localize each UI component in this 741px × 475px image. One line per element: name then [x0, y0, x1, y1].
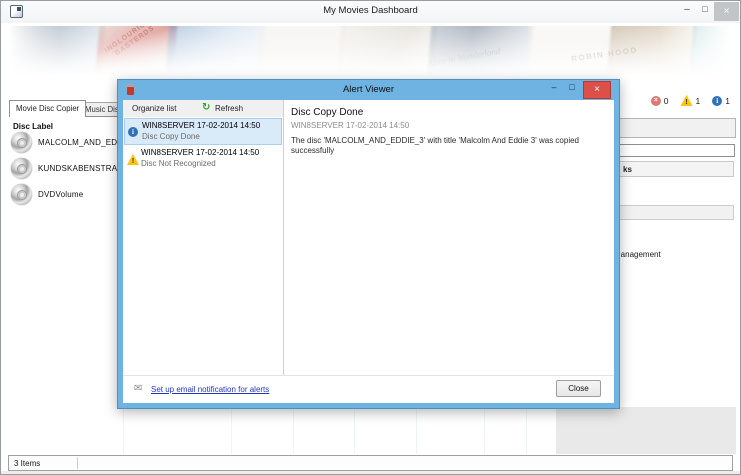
error-icon: × [650, 95, 661, 106]
error-count: 0 [663, 95, 669, 106]
status-bar-separator [77, 457, 78, 469]
window-frame-bottom [1, 471, 740, 474]
warning-counter[interactable]: ! 1 [680, 95, 701, 106]
dialog-close-button[interactable]: × [583, 81, 611, 99]
window-title: My Movies Dashboard [323, 5, 418, 16]
column-separator [231, 409, 232, 454]
warning-icon: ! [680, 95, 693, 106]
status-bar: 3 Items [8, 455, 733, 471]
close-button[interactable]: × [714, 2, 739, 21]
column-separator [293, 409, 294, 454]
column-separator [416, 409, 417, 454]
alert-detail-body: The disc 'MALCOLM_AND_EDDIE_3' with titl… [291, 136, 580, 155]
group-header-fragment: ks [623, 165, 632, 174]
main-window: My Movies Dashboard – □ × INGLOURIOUS BA… [0, 0, 741, 475]
organize-list-button[interactable]: Organize list [132, 104, 176, 113]
main-titlebar: My Movies Dashboard – □ × [1, 1, 740, 23]
email-icon: ✉ [134, 383, 143, 394]
disc-icon [11, 158, 32, 179]
info-icon: i [128, 127, 138, 137]
alert-summary: Disc Not Recognized [141, 159, 216, 168]
alert-detail-title: Disc Copy Done [291, 107, 364, 118]
alert-viewer-dialog: Alert Viewer – □ × Organize list ↻ Refre… [117, 79, 620, 409]
alert-source: WIN8SERVER 17-02-2014 14:50 [142, 121, 261, 130]
alert-detail-pane: Disc Copy Done WIN8SERVER 17-02-2014 14:… [285, 100, 614, 375]
dialog-titlebar: Alert Viewer – □ × [118, 80, 619, 100]
dialog-footer: ✉ Set up email notification for alerts C… [123, 375, 614, 403]
alert-counters: × 0 ! 1 i 1 [650, 95, 730, 106]
column-separator [354, 409, 355, 454]
dialog-toolbar: Organize list ↻ Refresh [123, 100, 284, 117]
dialog-minimize-button[interactable]: – [547, 82, 561, 92]
email-notification-link[interactable]: Set up email notification for alerts [151, 385, 269, 394]
tab-movie-disc-copier[interactable]: Movie Disc Copier [9, 100, 87, 117]
maximize-button[interactable]: □ [698, 4, 712, 14]
alert-list: i WIN8SERVER 17-02-2014 14:50 Disc Copy … [123, 117, 284, 375]
banner-fade [9, 26, 732, 76]
dialog-title: Alert Viewer [342, 84, 395, 95]
disc-label-column-header: Disc Label [13, 122, 54, 131]
warning-icon: ! [127, 154, 139, 165]
disc-icon [11, 132, 32, 153]
alert-detail-source: WIN8SERVER 17-02-2014 14:50 [291, 121, 410, 130]
error-counter[interactable]: × 0 [650, 95, 669, 106]
movie-poster-banner: INGLOURIOUS BASTERDS Alice in Wonderland… [9, 26, 732, 76]
info-icon: i [712, 95, 723, 106]
dialog-client-area: Organize list ↻ Refresh i WIN8SERVER 17-… [123, 100, 614, 403]
alert-summary: Disc Copy Done [142, 132, 200, 141]
alert-source: WIN8SERVER 17-02-2014 14:50 [141, 148, 260, 157]
management-label-fragment: Management [614, 250, 661, 259]
dialog-maximize-button[interactable]: □ [565, 82, 579, 92]
minimize-button[interactable]: – [680, 4, 694, 15]
alert-list-item[interactable]: ! WIN8SERVER 17-02-2014 14:50 Disc Not R… [124, 146, 282, 173]
refresh-button[interactable]: Refresh [215, 104, 243, 113]
column-separator [484, 409, 485, 454]
disc-icon [11, 184, 32, 205]
alert-list-item-selected[interactable]: i WIN8SERVER 17-02-2014 14:50 Disc Copy … [124, 118, 282, 145]
right-side-panel [556, 407, 736, 454]
column-separator [123, 409, 124, 454]
column-separator [526, 409, 527, 454]
info-counter[interactable]: i 1 [712, 95, 730, 106]
info-count: 1 [725, 95, 730, 106]
dialog-close-action-button[interactable]: Close [556, 380, 601, 397]
refresh-icon: ↻ [202, 102, 211, 113]
disc-label: DVDVolume [38, 190, 84, 199]
warning-count: 1 [695, 95, 701, 106]
items-count: 3 Items [14, 459, 41, 468]
